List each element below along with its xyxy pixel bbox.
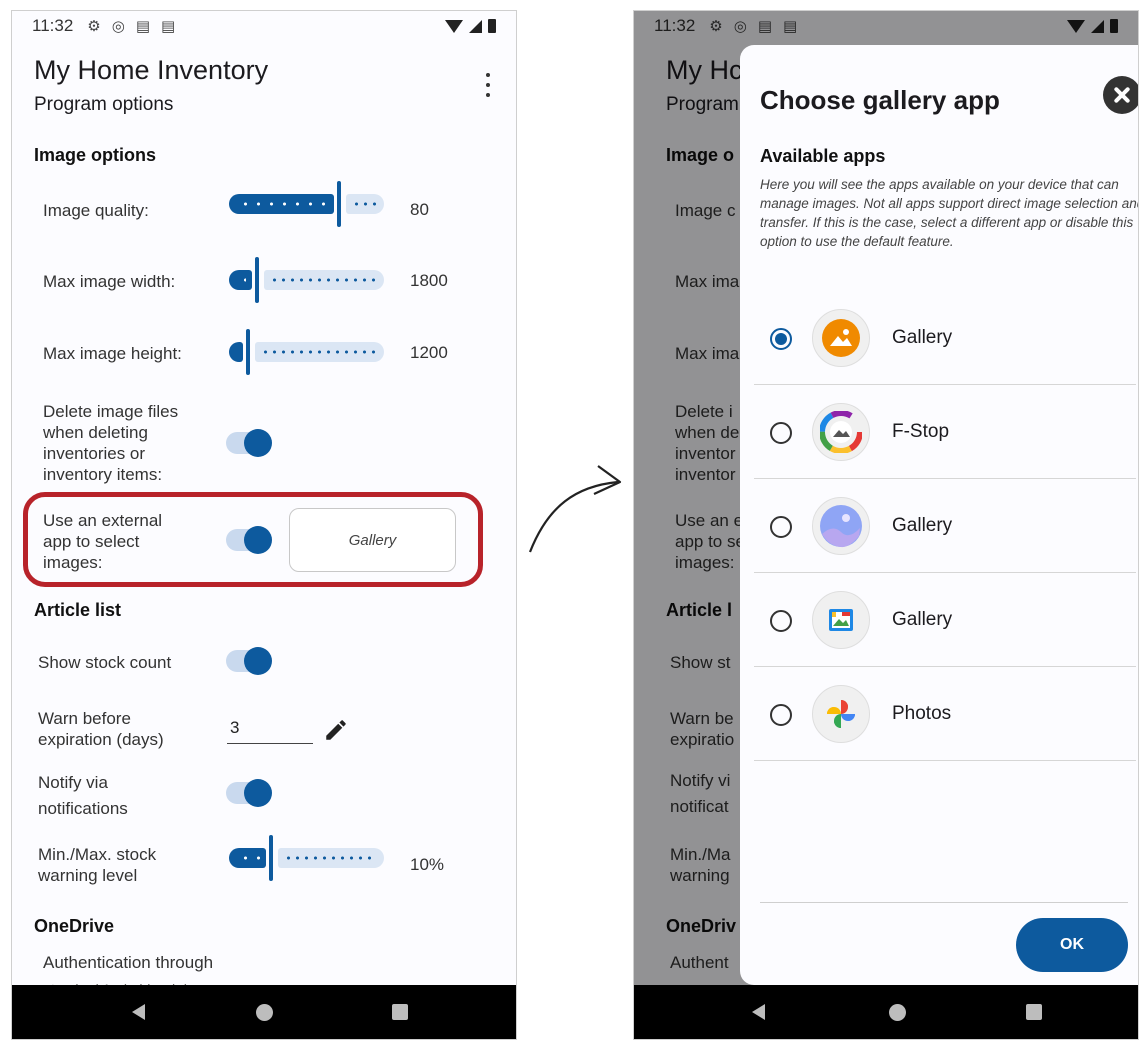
image-quality-label: Image quality: [43, 201, 149, 220]
gallery-orange-icon [812, 309, 870, 367]
wifi-icon [445, 19, 463, 33]
highlight-frame [23, 492, 483, 587]
slider-thumb [246, 329, 250, 375]
radio-unselected[interactable] [770, 704, 792, 726]
choose-gallery-dialog: Choose gallery app Available apps Here y… [740, 45, 1139, 985]
delete-files-label: Delete image files when deleting invento… [43, 402, 179, 484]
slider-inactive-ticks [270, 278, 376, 282]
notify-toggle[interactable] [226, 779, 272, 807]
radio-unselected[interactable] [770, 516, 792, 538]
stock-warning-value: 10% [410, 855, 445, 874]
app-option-fstop[interactable]: F-Stop [754, 385, 1136, 479]
home-icon[interactable] [889, 1004, 906, 1021]
radio-selected[interactable] [770, 328, 792, 350]
max-width-value: 1800 [410, 271, 448, 290]
app-name: Gallery [892, 609, 953, 630]
slider-active-ticks [239, 202, 328, 206]
slider-active-ticks [239, 278, 246, 282]
recents-icon[interactable] [1026, 1004, 1042, 1020]
slider-inactive-ticks [284, 856, 376, 860]
gallery-google-icon [812, 591, 870, 649]
gallery-purple-icon [812, 497, 870, 555]
app-name: Photos [892, 703, 952, 724]
app-name: F-Stop [892, 421, 950, 442]
transition-arrow-icon [528, 465, 622, 553]
slider-active-ticks [239, 856, 260, 860]
delete-files-toggle[interactable] [226, 429, 272, 457]
page-subtitle: Program options [34, 94, 174, 115]
nav-bar [12, 985, 516, 1039]
overflow-menu-icon[interactable] [478, 73, 498, 97]
show-stock-label: Show stock count [38, 653, 172, 672]
back-icon[interactable] [132, 1004, 145, 1020]
image-quality-slider[interactable] [229, 181, 384, 227]
max-width-slider[interactable] [229, 257, 384, 303]
sync-notification-icon: ◎ [111, 18, 125, 35]
app-option-gallery-2[interactable]: Gallery [754, 479, 1136, 573]
warn-expiration-label: Warn before expiration (days) [38, 709, 164, 749]
slider-thumb [269, 835, 273, 881]
max-height-slider[interactable] [229, 329, 384, 375]
max-width-label: Max image width: [43, 272, 176, 291]
status-bar: 11:32 ⚙ ◎ ▤ ▤ [12, 11, 516, 41]
signal-icon [469, 19, 482, 33]
settings-screen: 11:32 ⚙ ◎ ▤ ▤ My Home Inventory Program … [11, 10, 517, 1040]
radio-unselected[interactable] [770, 610, 792, 632]
app-option-gallery-1[interactable]: Gallery [754, 291, 1136, 385]
app-notification-icon-2: ▤ [161, 18, 176, 35]
max-height-label: Max image height: [43, 344, 182, 363]
dialog-divider [760, 902, 1128, 903]
stock-warning-slider[interactable] [229, 835, 384, 881]
dialog-title: Choose gallery app [760, 85, 1000, 115]
photos-icon [812, 685, 870, 743]
warn-expiration-input[interactable]: 3 [227, 718, 313, 744]
app-option-photos[interactable]: Photos [754, 667, 1136, 761]
battery-icon [488, 19, 496, 33]
slider-inactive-ticks [352, 202, 376, 206]
section-article-list: Article list [34, 600, 122, 620]
slider-thumb [337, 181, 341, 227]
home-icon[interactable] [256, 1004, 273, 1021]
dialog-screen: 11:32 ⚙ ◎ ▤ ▤ My Hc Program Image o Imag… [633, 10, 1139, 1040]
pencil-icon[interactable] [323, 717, 349, 743]
back-icon[interactable] [752, 1004, 765, 1020]
slider-active-track [229, 342, 243, 362]
app-name: Gallery [892, 327, 953, 348]
app-notification-icon: ▤ [135, 18, 151, 35]
app-option-gallery-3[interactable]: Gallery [754, 573, 1136, 667]
ok-button[interactable]: OK [1016, 918, 1128, 972]
notify-label: Notify via notifications [38, 773, 128, 818]
close-icon[interactable] [1103, 76, 1138, 114]
app-name: Gallery [892, 515, 953, 536]
nav-bar [634, 985, 1138, 1039]
section-onedrive: OneDrive [34, 916, 115, 936]
fstop-icon [812, 403, 870, 461]
recents-icon[interactable] [392, 1004, 408, 1020]
image-quality-value: 80 [410, 200, 429, 219]
available-apps-heading: Available apps [760, 146, 886, 166]
radio-unselected[interactable] [770, 422, 792, 444]
slider-thumb [255, 257, 259, 303]
status-time: 11:32 [32, 16, 74, 35]
app-title: My Home Inventory [34, 55, 269, 85]
stock-warning-label: Min./Max. stock warning level [38, 845, 157, 885]
dialog-description: Here you will see the apps available on … [760, 177, 1139, 249]
settings-notification-icon: ⚙ [87, 18, 101, 35]
section-image-options: Image options [34, 145, 157, 165]
slider-inactive-ticks [261, 350, 376, 354]
auth-label: Authentication through [43, 953, 214, 972]
show-stock-toggle[interactable] [226, 647, 272, 675]
max-height-value: 1200 [410, 343, 448, 362]
